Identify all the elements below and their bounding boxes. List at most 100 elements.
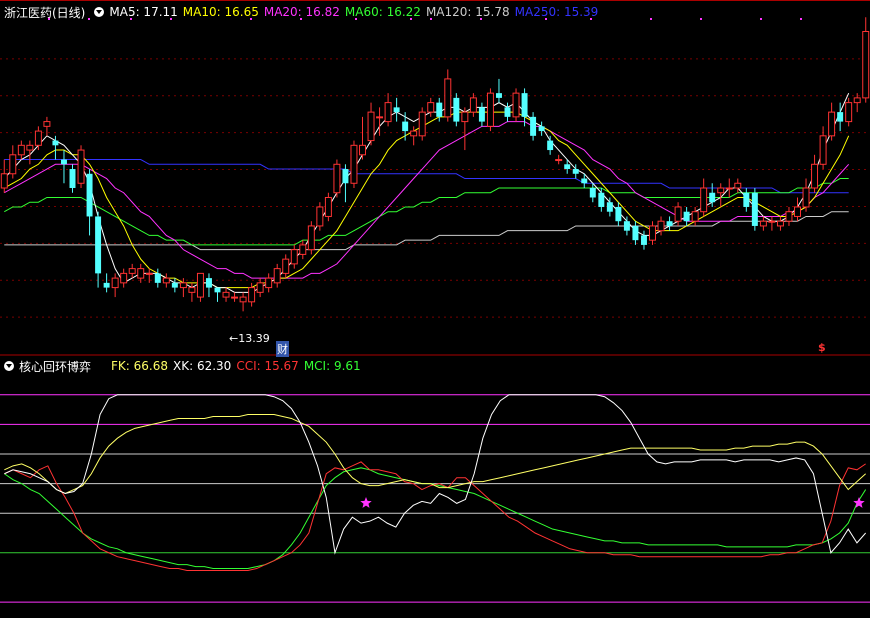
candle-body	[589, 188, 596, 198]
xk-label: XK: 62.30	[173, 359, 232, 373]
candle-body	[231, 296, 239, 299]
indicator-dropdown-icon[interactable]	[4, 361, 14, 371]
candle-body	[299, 244, 307, 255]
candle-body	[649, 225, 656, 241]
candle-body	[205, 278, 212, 288]
candle-body	[794, 206, 801, 217]
candle-body	[26, 144, 34, 151]
candle-body	[427, 102, 435, 113]
candle-body	[759, 220, 767, 227]
main-legend: 浙江医药(日线) MA5: 17.11 MA10: 16.65 MA20: 16…	[0, 2, 603, 22]
candle-body	[324, 196, 332, 217]
candle-body	[154, 273, 161, 283]
candle-body	[359, 144, 366, 156]
candle-body	[555, 159, 563, 162]
candle-body	[547, 140, 554, 151]
dropdown-circle-icon[interactable]	[94, 7, 105, 17]
candle-body	[290, 249, 298, 265]
candle-body	[725, 187, 733, 190]
marker-dot	[650, 18, 652, 20]
candle-body	[581, 178, 588, 184]
candle-body	[239, 296, 247, 303]
candle-body	[52, 140, 59, 146]
candle-body	[640, 235, 647, 245]
candle-body	[862, 30, 870, 99]
candle-body	[538, 126, 545, 132]
candle-body	[819, 135, 827, 165]
finance-badge[interactable]: 财	[276, 341, 289, 357]
ma5-label: MA5: 17.11	[109, 5, 178, 19]
candle-body	[598, 192, 605, 207]
low-price-arrow-icon: ←	[229, 332, 239, 345]
ma120-line	[4, 211, 849, 251]
candle-body	[615, 206, 622, 222]
candle-body	[802, 187, 810, 208]
candle-body	[853, 97, 861, 104]
candle-body	[282, 258, 290, 274]
candle-body	[530, 116, 537, 136]
ma120-label: MA120: 15.78	[425, 5, 510, 19]
candle-body	[265, 277, 273, 289]
candle-body	[86, 173, 93, 217]
candle-body	[307, 225, 315, 251]
candle-body	[657, 220, 665, 232]
candle-body	[717, 187, 725, 194]
candle-body	[145, 272, 153, 275]
candle-body	[43, 121, 51, 127]
candle-body	[342, 169, 349, 184]
marker-dot	[700, 18, 702, 20]
candle-body	[9, 154, 17, 175]
candle-body	[128, 268, 136, 274]
ma10-label: MA10: 16.65	[182, 5, 259, 19]
candle-body	[367, 111, 375, 142]
candle-body	[222, 291, 230, 298]
candle-body	[486, 92, 494, 127]
ma250-label: MA250: 15.39	[514, 5, 599, 19]
candle-body	[478, 107, 485, 122]
candle-body	[376, 116, 384, 119]
candle-body	[418, 111, 426, 137]
signal-star-icon	[360, 497, 372, 508]
candle-body	[162, 277, 170, 284]
low-price-text: 13.39	[238, 332, 270, 345]
chart-canvas[interactable]	[0, 0, 870, 618]
candle-body	[95, 216, 102, 274]
candle-body	[734, 182, 742, 189]
candle-body	[837, 112, 844, 122]
indicator-title: 核心回环博弈	[19, 359, 92, 374]
candle-body	[811, 163, 819, 189]
mci-label: MCI: 9.61	[303, 359, 361, 373]
mci-line	[4, 467, 867, 570]
ma60-label: MA60: 16.22	[344, 5, 421, 19]
ma10-line	[4, 111, 850, 289]
signal-star-icon	[853, 497, 865, 508]
candle-body	[453, 97, 460, 122]
xk-line	[4, 394, 867, 555]
candle-body	[171, 282, 178, 288]
marker-dot	[760, 18, 762, 20]
candle-body	[350, 144, 358, 184]
candle-body	[316, 206, 324, 227]
candle-body	[77, 149, 85, 184]
candle-body	[402, 121, 409, 132]
candle-body	[0, 173, 8, 189]
candle-body	[436, 102, 443, 117]
candle-body	[632, 225, 639, 241]
candle-body	[248, 287, 256, 303]
candle-body	[828, 111, 836, 137]
candle-body	[384, 102, 392, 123]
fk-label: FK: 66.68	[111, 359, 168, 373]
candle-body	[444, 78, 452, 118]
candle-body	[572, 169, 579, 174]
indicator-legend: 核心回环博弈 FK: 66.68 XK: 62.30 CCI: 15.67 MC…	[0, 356, 366, 376]
candle-body	[691, 211, 699, 222]
candle-body	[683, 211, 690, 222]
s-badge[interactable]: $	[818, 341, 826, 354]
candle-body	[17, 144, 25, 156]
candle-body	[768, 220, 776, 223]
candle-body	[256, 282, 264, 293]
low-price-label: ←13.39	[229, 332, 270, 345]
candle-body	[606, 202, 613, 212]
candle-body	[845, 102, 853, 123]
candle-body	[743, 192, 750, 207]
